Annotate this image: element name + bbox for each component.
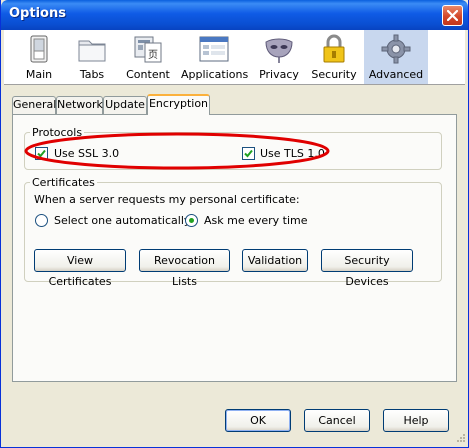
svg-text:页: 页 [148,49,158,61]
tab-encryption[interactable]: Encryption [147,94,210,115]
toolbar-applications-label: Applications [181,68,249,81]
help-button[interactable]: Help [383,409,449,432]
security-devices-button[interactable]: Security Devices [321,249,413,288]
toolbar-security-label: Security [311,68,357,81]
tls-label[interactable]: Use TLS 1.0 [260,147,325,160]
tab-encryption-label: Encryption [148,97,209,110]
tab-network-label: Network [57,98,103,111]
toolbar-advanced-label: Advanced [368,68,424,81]
tab-general-label: General [13,98,57,111]
resize-grip-icon[interactable] [454,433,466,445]
radio-ask-every-time-label[interactable]: Ask me every time [204,214,308,227]
toolbar-security[interactable]: Security [308,30,360,84]
ssl-label[interactable]: Use SSL 3.0 [54,147,119,160]
cancel-button[interactable]: Cancel [304,409,370,432]
radio-select-automatically[interactable] [35,214,48,227]
radio-ask-every-time[interactable] [185,214,198,227]
toolbar-privacy-label: Privacy [259,68,299,81]
certificates-group-label: Certificates [30,176,97,189]
advanced-gear-icon [381,34,411,64]
applications-window-icon [199,36,229,62]
options-toolbar: Main Tabs 页 Content Applications Privacy… [4,30,465,85]
toolbar-content-label: Content [126,68,170,81]
validation-button[interactable]: Validation [242,249,308,272]
checkmark-icon [244,149,253,158]
tab-update-label: Update [105,98,145,111]
toolbar-content[interactable]: 页 Content [120,30,176,84]
toolbar-advanced[interactable]: Advanced [364,30,428,84]
tab-network[interactable]: Network [56,96,103,114]
toolbar-main[interactable]: Main [8,30,70,84]
radio-select-automatically-label[interactable]: Select one automatically [54,214,190,227]
tls-checkbox[interactable] [242,147,255,160]
close-icon [447,10,458,21]
title-bar[interactable]: Options [1,0,468,30]
tab-update[interactable]: Update [103,96,147,114]
view-certificates-button[interactable]: View Certificates [34,249,126,288]
revocation-lists-button[interactable]: Revocation Lists [139,249,230,288]
ssl-checkbox[interactable] [35,147,48,160]
toolbar-tabs-label: Tabs [79,68,105,81]
protocols-group-label: Protocols [30,126,85,139]
checkmark-icon [37,149,46,158]
encryption-panel: Protocols Use SSL 3.0 Use TLS 1.0 Certif… [12,114,457,382]
toolbar-applications[interactable]: Applications [181,30,249,84]
certificate-prompt: When a server requests my personal certi… [34,193,300,206]
security-lock-icon [323,34,345,63]
window-title: Options [9,6,66,21]
tabs-folder-icon [78,40,106,62]
tab-general[interactable]: General [12,96,56,114]
main-switch-icon [30,35,48,63]
content-page-icon: 页 [134,36,162,63]
toolbar-main-label: Main [25,68,53,81]
close-button[interactable] [442,5,463,26]
toolbar-tabs[interactable]: Tabs [70,30,114,84]
ok-button[interactable]: OK [225,409,291,432]
toolbar-privacy[interactable]: Privacy [255,30,303,84]
options-window: Options Main Tabs 页 Content Applications… [0,0,469,448]
privacy-mask-icon [265,38,293,63]
